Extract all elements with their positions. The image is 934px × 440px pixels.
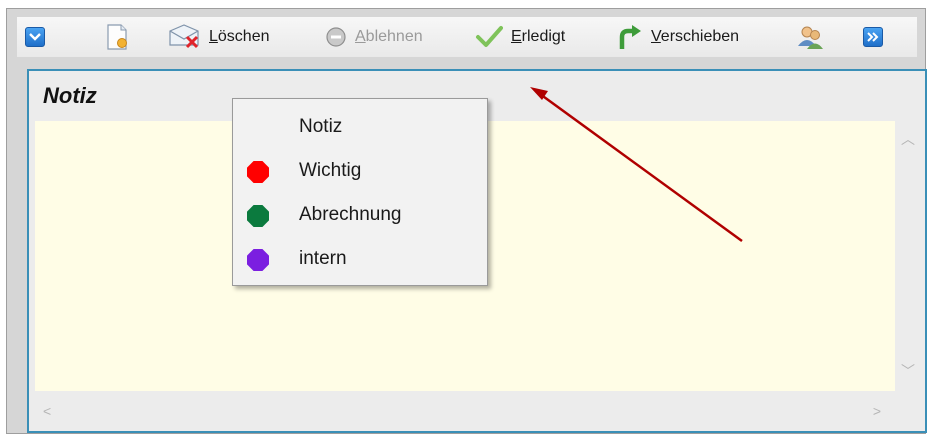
reject-label: Ablehnen [355, 28, 423, 45]
delete-envelope-icon [169, 24, 199, 49]
scroll-left-icon[interactable]: < [43, 403, 51, 419]
checkmark-icon [476, 26, 503, 47]
menu-item-label: Abrechnung [299, 204, 402, 225]
done-label: Erledigt [511, 28, 566, 45]
category-menu: Notiz Wichtig Abrechnung intern [232, 98, 488, 286]
new-note-icon [107, 24, 127, 50]
scroll-right-icon[interactable]: > [873, 403, 881, 419]
menu-item-abrechnung[interactable]: Abrechnung [233, 195, 487, 235]
menu-item-intern[interactable]: intern [233, 239, 487, 279]
purple-octagon-icon [247, 249, 269, 271]
menu-item-notiz[interactable]: Notiz [233, 107, 487, 147]
note-category-title[interactable]: Notiz [43, 83, 97, 109]
forward-arrow-icon [619, 25, 641, 49]
move-button[interactable]: Verschieben [617, 23, 739, 51]
toolbar: Löschen Ablehnen Erledigt Verschieben [17, 17, 917, 57]
delete-button[interactable]: Löschen [167, 23, 270, 51]
vertical-scrollbar[interactable]: ︿ ﹀ [895, 121, 919, 391]
reject-button[interactable]: Ablehnen [325, 23, 423, 51]
scroll-down-icon[interactable]: ﹀ [901, 361, 915, 381]
chevron-down-icon [25, 27, 45, 47]
double-chevron-right-icon [863, 27, 883, 47]
red-octagon-icon [247, 161, 269, 183]
menu-item-label: Notiz [299, 116, 343, 137]
more-options-button[interactable] [863, 23, 883, 51]
reject-icon [326, 27, 346, 47]
horizontal-scrollbar[interactable]: < > [35, 399, 919, 425]
scroll-up-icon[interactable]: ︿ [901, 129, 915, 149]
done-button[interactable]: Erledigt [475, 23, 565, 51]
menu-item-label: intern [299, 248, 347, 269]
menu-item-label: Wichtig [299, 160, 362, 181]
new-note-button[interactable] [105, 23, 129, 51]
green-octagon-icon [247, 205, 269, 227]
move-label: Verschieben [651, 28, 740, 45]
delete-label: Löschen [209, 28, 270, 45]
assign-users-button[interactable] [795, 23, 825, 51]
collapse-dropdown-button[interactable] [25, 23, 45, 51]
menu-item-wichtig[interactable]: Wichtig [233, 151, 487, 191]
users-icon [798, 26, 823, 49]
